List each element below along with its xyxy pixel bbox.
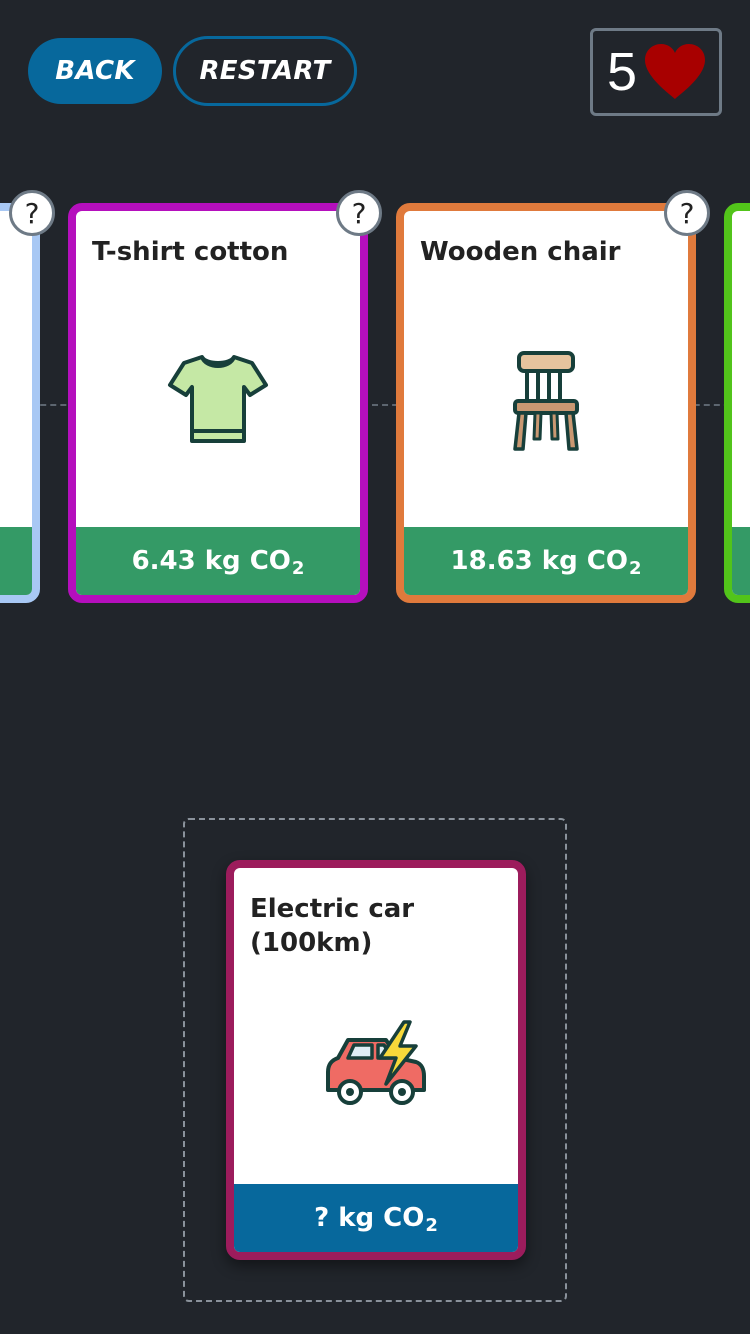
help-button[interactable]: ? bbox=[9, 190, 55, 236]
timeline-card-partial-left[interactable] bbox=[0, 203, 40, 603]
card-footer: 6.43 kg CO 2 bbox=[76, 527, 360, 595]
card-footer: ? kg CO 2 bbox=[234, 1184, 518, 1252]
card-title: Wooden chair bbox=[420, 237, 621, 267]
card-title: T-shirt cotton bbox=[92, 237, 289, 267]
card-title: Electric car (100km) bbox=[250, 894, 415, 958]
chair-icon bbox=[513, 351, 579, 451]
card-footer: 18.63 kg CO 2 bbox=[404, 527, 688, 595]
game-screen: BACK RESTART 5 ? T-shirt cotton 6.43 kg … bbox=[0, 0, 750, 1334]
co2-value: 18.63 kg CO bbox=[450, 546, 628, 576]
timeline-card-tshirt[interactable]: T-shirt cotton 6.43 kg CO 2 bbox=[68, 203, 368, 603]
back-button[interactable]: BACK bbox=[28, 38, 162, 104]
co2-value: 6.43 kg CO bbox=[131, 546, 291, 576]
card-footer bbox=[0, 527, 32, 595]
timeline-card-partial-right[interactable] bbox=[724, 203, 750, 603]
co2-subscript: 2 bbox=[425, 1214, 438, 1236]
timeline-card-chair[interactable]: Wooden chair 18.63 kg CO 2 bbox=[396, 203, 696, 603]
heart-icon bbox=[645, 44, 706, 99]
co2-value: ? kg CO bbox=[314, 1203, 425, 1233]
electric-car-icon bbox=[326, 1020, 426, 1105]
co2-subscript: 2 bbox=[628, 557, 642, 579]
lives-count: 5 bbox=[607, 42, 638, 102]
help-button[interactable]: ? bbox=[336, 190, 382, 236]
card-footer bbox=[732, 527, 750, 595]
lives-counter: 5 bbox=[590, 28, 722, 116]
active-card-electric-car[interactable]: Electric car (100km) ? kg CO 2 bbox=[226, 860, 526, 1260]
help-button[interactable]: ? bbox=[664, 190, 710, 236]
restart-button[interactable]: RESTART bbox=[173, 36, 357, 106]
co2-subscript: 2 bbox=[291, 557, 305, 579]
tshirt-icon bbox=[168, 355, 268, 443]
